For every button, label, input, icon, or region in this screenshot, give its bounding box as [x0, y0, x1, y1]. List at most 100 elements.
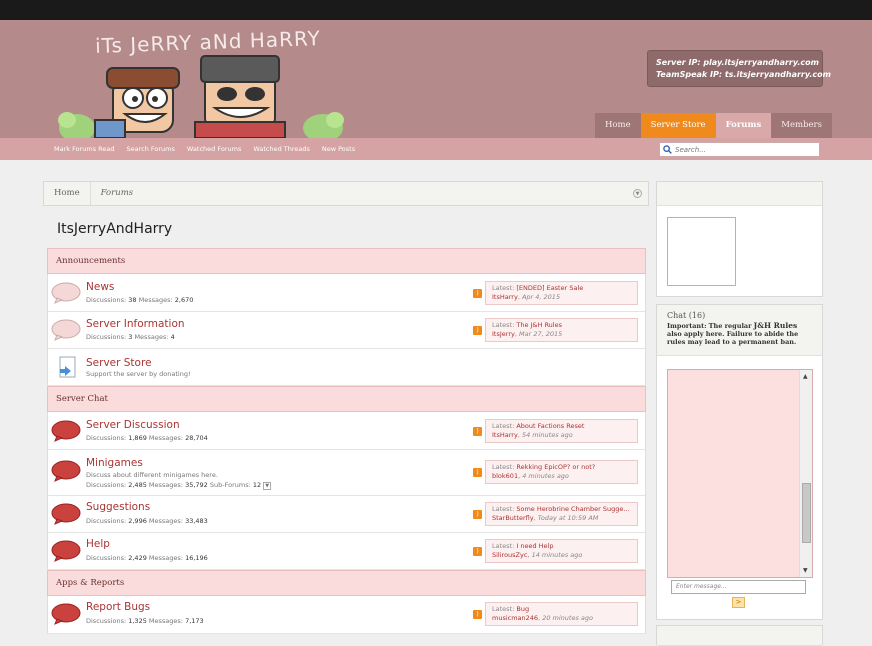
subforums-label: Sub-Forums: [209, 481, 251, 489]
discussions-count: 3 [128, 333, 133, 341]
latest-thread-link[interactable]: I need Help [516, 542, 553, 550]
category-header-apps-reports[interactable]: Apps & Reports [47, 570, 646, 596]
chat-rules-note: Important: The regular J&H Rules also ap… [667, 321, 812, 347]
chat-rules-link[interactable]: J&H Rules [754, 321, 798, 330]
discussions-label: Discussions: [86, 434, 127, 442]
watched-threads-link[interactable]: Watched Threads [253, 138, 310, 160]
nav-tab-forums[interactable]: Forums [715, 113, 772, 138]
forum-title-minigames[interactable]: Minigames [86, 457, 143, 469]
forum-stats: Discussions: 1,869 Messages: 28,704 [86, 434, 208, 442]
messages-label: Messages: [138, 296, 173, 304]
forum-title-help[interactable]: Help [86, 538, 110, 550]
rss-icon[interactable]: ) [473, 510, 482, 519]
link-forum-icon [59, 356, 76, 378]
latest-thread-link[interactable]: Rekking EpicOP? or not? [516, 463, 595, 471]
forum-node-server-information: Server Information Discussions: 3 Messag… [47, 312, 646, 349]
forum-title-suggestions[interactable]: Suggestions [86, 501, 150, 513]
mark-forums-read-link[interactable]: Mark Forums Read [54, 138, 115, 160]
subforums-dropdown[interactable]: Sub-Forums: 12 ▼ [209, 481, 272, 490]
sidebar-box-header [657, 626, 822, 646]
scroll-up-icon[interactable]: ▲ [803, 373, 808, 380]
latest-user-link[interactable]: ItsJerry [492, 330, 515, 338]
search-forums-link[interactable]: Search Forums [127, 138, 175, 160]
discussions-label: Discussions: [86, 296, 127, 304]
latest-time: 54 minutes ago [521, 431, 573, 439]
latest-time: 20 minutes ago [542, 614, 594, 622]
forum-title-news[interactable]: News [86, 281, 114, 293]
search-box[interactable] [659, 142, 820, 157]
nav-tab-members[interactable]: Members [771, 113, 832, 138]
mascot-banner-image [58, 55, 344, 138]
nav-tab-server-store[interactable]: Server Store [640, 113, 716, 138]
latest-post-box: Latest: The J&H Rules ItsJerry, Mar 27, … [485, 318, 638, 342]
latest-thread-link[interactable]: About Factions Reset [516, 422, 584, 430]
latest-thread-link[interactable]: [ENDED] Easter Sale [516, 284, 583, 292]
messages-count: 7,173 [185, 617, 204, 625]
forum-title-server-store[interactable]: Server Store [86, 357, 152, 369]
messages-count: 28,704 [185, 434, 208, 442]
forum-stats: Discussions: 1,325 Messages: 7,173 [86, 617, 204, 625]
breadcrumb-jump-icon[interactable]: ▼ [633, 189, 642, 198]
messages-label: Messages: [148, 554, 183, 562]
latest-thread-link[interactable]: The J&H Rules [516, 321, 562, 329]
forum-stats: Discussions: 2,429 Messages: 16,196 [86, 554, 208, 562]
latest-user-link[interactable]: ItsHarry [492, 293, 518, 301]
new-posts-link[interactable]: New Posts [322, 138, 355, 160]
rss-icon[interactable]: ) [473, 547, 482, 556]
rss-icon[interactable]: ) [473, 468, 482, 477]
breadcrumb-home[interactable]: Home [44, 182, 91, 205]
chat-header: Chat (16) Important: The regular J&H Rul… [657, 305, 822, 356]
latest-thread-link[interactable]: Bug [516, 605, 529, 613]
forum-title-report-bugs[interactable]: Report Bugs [86, 601, 150, 613]
chat-message-input[interactable]: Enter message... [671, 580, 806, 594]
latest-label: Latest: [492, 284, 515, 292]
rss-icon[interactable]: ) [473, 289, 482, 298]
search-input[interactable] [675, 145, 815, 154]
rss-icon[interactable]: ) [473, 427, 482, 436]
messages-count: 33,483 [185, 517, 208, 525]
chat-scroll-thumb[interactable] [802, 482, 811, 543]
forum-list: Announcements News Discussions: 38 Messa… [47, 248, 646, 634]
forum-node-suggestions: Suggestions Discussions: 2,996 Messages:… [47, 496, 646, 533]
breadcrumb-forums[interactable]: Forums [91, 182, 144, 205]
latest-label: Latest: [492, 605, 515, 613]
forum-title-server-information[interactable]: Server Information [86, 318, 185, 330]
discussions-label: Discussions: [86, 517, 127, 525]
category-header-server-chat[interactable]: Server Chat [47, 386, 646, 412]
forum-unread-icon [51, 460, 81, 482]
chevron-down-icon: ▼ [263, 482, 272, 490]
chat-title: Chat (16) [667, 311, 706, 320]
forum-node-report-bugs: Report Bugs Discussions: 1,325 Messages:… [47, 596, 646, 634]
forum-unread-icon [51, 503, 81, 525]
category-header-announcements[interactable]: Announcements [47, 248, 646, 274]
latest-user-link[interactable]: blok601 [492, 472, 518, 480]
chat-note-text: also apply here. Failure to abide the ru… [667, 330, 799, 346]
latest-post-box: Latest: [ENDED] Easter Sale ItsHarry, Ap… [485, 281, 638, 305]
rss-icon[interactable]: ) [473, 610, 482, 619]
watched-forums-link[interactable]: Watched Forums [187, 138, 241, 160]
discussions-count: 38 [128, 296, 137, 304]
latest-label: Latest: [492, 505, 515, 513]
latest-user-link[interactable]: SilirousZyc [492, 551, 527, 559]
forum-node-news: News Discussions: 38 Messages: 2,670 ) L… [47, 274, 646, 312]
rss-icon[interactable]: ) [473, 326, 482, 335]
latest-user-link[interactable]: musicman246 [492, 614, 538, 622]
chat-send-button[interactable]: > [732, 597, 745, 608]
chat-note-text: The regular [708, 322, 752, 330]
chat-messages-area[interactable]: ▲ ▼ [667, 369, 813, 578]
nav-tab-home[interactable]: Home [595, 113, 641, 138]
discussions-count: 2,429 [128, 554, 147, 562]
latest-thread-link[interactable]: Some Herobrine Chamber Sugge... [516, 505, 629, 513]
forum-unread-icon [51, 603, 81, 625]
latest-post-box: Latest: Bug musicman246, 20 minutes ago [485, 602, 638, 626]
chat-scrollbar[interactable]: ▲ ▼ [799, 370, 812, 577]
discussions-count: 2,485 [128, 481, 147, 489]
messages-label: Messages: [148, 617, 183, 625]
sidebar-image-placeholder [667, 217, 736, 286]
latest-user-link[interactable]: StarButterfly [492, 514, 534, 522]
latest-post-box: Latest: Rekking EpicOP? or not? blok601,… [485, 460, 638, 484]
scroll-down-icon[interactable]: ▼ [803, 567, 808, 574]
latest-user-link[interactable]: ItsHarry [492, 431, 518, 439]
forum-title-server-discussion[interactable]: Server Discussion [86, 419, 180, 431]
main-nav-tabs: Home Server Store Forums Members [595, 113, 832, 138]
